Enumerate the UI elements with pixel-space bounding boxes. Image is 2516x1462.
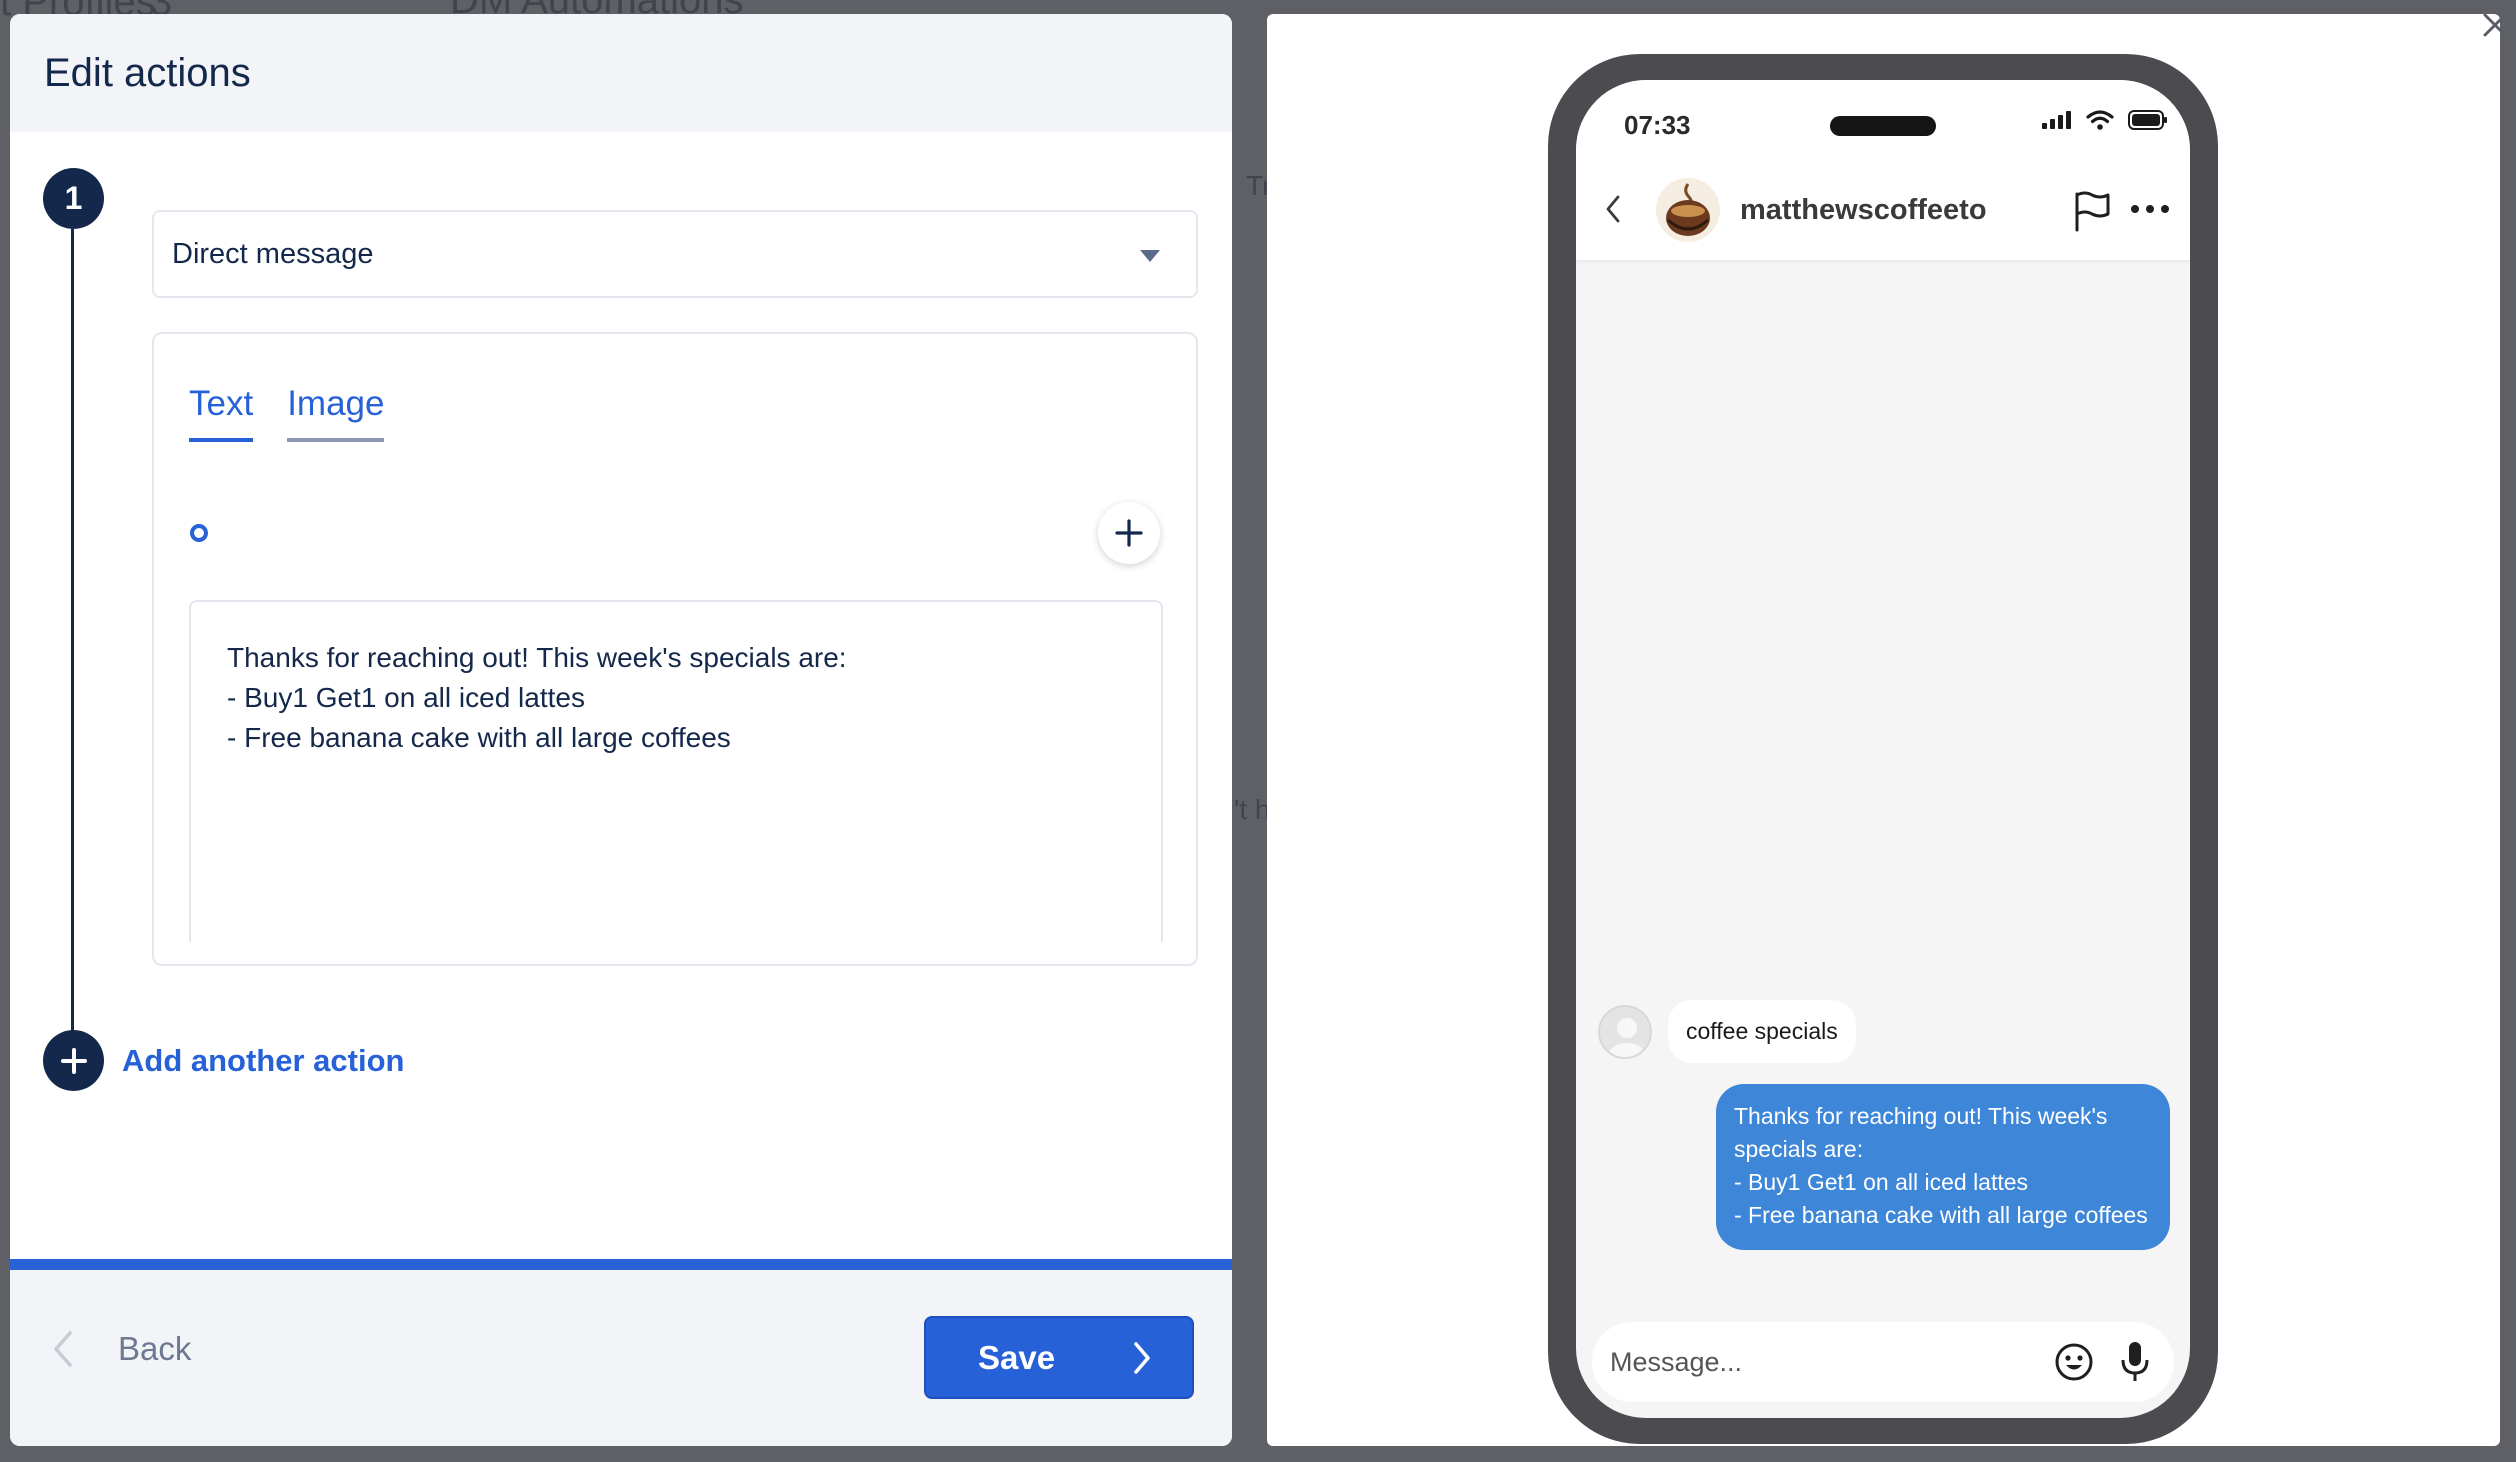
save-button[interactable]: Save (924, 1316, 1194, 1399)
avatar (1656, 178, 1720, 242)
back-label: Back (118, 1330, 192, 1367)
chat-header: matthewscoffeeto (1576, 160, 2190, 260)
save-label: Save (978, 1338, 1056, 1376)
message-card: Text Image Thanks for reaching out! This… (152, 332, 1198, 966)
mic-icon[interactable] (2120, 1340, 2150, 1384)
emoji-icon[interactable] (2054, 1342, 2094, 1382)
outgoing-message-bubble: Thanks for reaching out! This week's spe… (1716, 1084, 2170, 1250)
tab-image[interactable]: Image (287, 384, 385, 442)
panel-title: Edit actions (44, 50, 251, 95)
back-button[interactable]: Back (52, 1330, 191, 1368)
action-type-value: Direct message (172, 237, 374, 270)
plus-circle-icon (43, 1030, 104, 1091)
status-time: 07:33 (1624, 110, 1691, 140)
preview-panel: 07:33 matthewscoffeeto coffee specials T… (1267, 14, 2500, 1446)
step-number-badge: 1 (43, 168, 104, 229)
panel-footer: Back Save (10, 1270, 1232, 1446)
message-textarea[interactable]: Thanks for reaching out! This week's spe… (189, 600, 1163, 942)
edit-actions-panel: Edit actions 1 Direct message Text Image… (10, 14, 1232, 1446)
progress-bar (10, 1259, 1232, 1270)
step-connector-line (71, 229, 74, 1039)
person-icon (1609, 1017, 1645, 1057)
chevron-left-icon[interactable] (1604, 194, 1622, 224)
bg-fragment: 't h (1234, 794, 1271, 825)
message-composer (1592, 1322, 2174, 1402)
panel-header: Edit actions (10, 14, 1232, 132)
close-icon (2483, 13, 2507, 37)
message-input[interactable] (1610, 1346, 2040, 1378)
coffee-cup-icon (1656, 178, 1720, 242)
account-name: matthewscoffeeto (1740, 194, 1987, 226)
tab-text[interactable]: Text (189, 384, 254, 442)
dynamic-island (1830, 116, 1936, 136)
chevron-right-icon (1134, 1341, 1150, 1374)
incoming-message-row: coffee specials (1598, 1000, 1856, 1063)
user-avatar (1598, 1004, 1652, 1059)
phone-screen: 07:33 matthewscoffeeto coffee specials T… (1576, 80, 2190, 1418)
plus-icon (60, 1047, 87, 1074)
add-another-action-button[interactable]: Add another action (43, 1030, 404, 1091)
add-action-label: Add another action (122, 1042, 405, 1078)
more-icon[interactable] (2130, 204, 2170, 214)
plus-icon (1115, 519, 1143, 547)
incoming-message-bubble: coffee specials (1668, 1000, 1856, 1063)
signal-icon (2042, 111, 2071, 129)
close-button[interactable] (2474, 4, 2516, 46)
action-type-select[interactable]: Direct message (152, 210, 1198, 298)
chevron-down-icon (1140, 250, 1160, 262)
status-icons (2042, 110, 2168, 130)
add-variant-button[interactable] (1098, 502, 1160, 564)
status-bar: 07:33 (1576, 80, 2190, 160)
chevron-left-icon (54, 1331, 72, 1367)
wifi-icon (2086, 110, 2114, 130)
message-tabs: Text Image (189, 384, 385, 442)
battery-icon (2128, 110, 2167, 130)
variant-radio[interactable] (190, 524, 208, 542)
flag-icon[interactable] (2072, 190, 2112, 232)
phone-mockup: 07:33 matthewscoffeeto coffee specials T… (1548, 54, 2218, 1444)
